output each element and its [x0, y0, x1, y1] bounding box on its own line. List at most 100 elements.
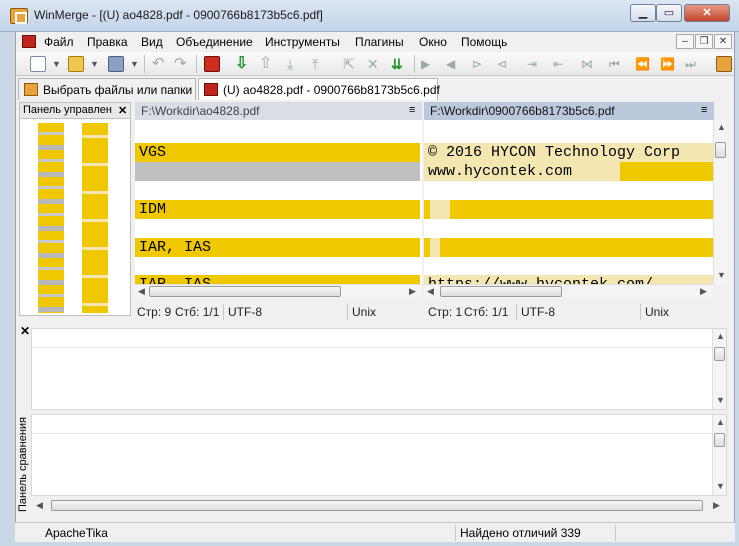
- tab-select-files[interactable]: Выбрать файлы или папки: [18, 78, 196, 100]
- scroll-right-icon[interactable]: ▶: [409, 286, 416, 297]
- encoding: UTF-8: [228, 305, 262, 319]
- compare-icon[interactable]: [204, 56, 220, 72]
- winmerge-app-icon[interactable]: [10, 8, 28, 24]
- new-file-icon[interactable]: [30, 56, 46, 72]
- undo-icon[interactable]: ↶: [152, 56, 168, 72]
- text-line: IAR, IAS: [139, 239, 212, 256]
- scrollbar-thumb[interactable]: [714, 347, 725, 361]
- left-pane-status: Стр: 9 Стб: 1/1 UTF-8 Unix: [135, 304, 422, 320]
- copy-right-icon[interactable]: ▶: [421, 56, 437, 72]
- copy-right-advance-icon[interactable]: ⊳: [472, 56, 488, 72]
- maximize-button[interactable]: ▭: [656, 4, 682, 22]
- menu-view[interactable]: Вид: [141, 35, 163, 49]
- scroll-up-icon[interactable]: ▲: [716, 331, 725, 341]
- scroll-left-icon[interactable]: ◀: [138, 286, 145, 297]
- pane-menu-icon[interactable]: ≡: [409, 104, 415, 116]
- scrollbar-thumb[interactable]: [714, 433, 725, 447]
- plugin-name: ApacheTika: [45, 526, 108, 540]
- chevron-down-icon[interactable]: ▼: [52, 59, 61, 69]
- pane-menu-icon[interactable]: ≡: [701, 104, 707, 116]
- toolbar-separator: [144, 55, 145, 73]
- first-conflict-icon[interactable]: ⇱: [343, 56, 359, 72]
- menu-file[interactable]: Файл: [44, 35, 74, 49]
- tab-strip: Выбрать файлы или папки (U) ao4828.pdf -…: [15, 76, 735, 101]
- open-folder-icon[interactable]: [68, 56, 84, 72]
- all-left-icon[interactable]: ⇤: [553, 56, 569, 72]
- mdi-restore-button[interactable]: ❐: [695, 34, 713, 49]
- left-horizontal-scrollbar[interactable]: ◀ ▶: [135, 284, 422, 298]
- text-line: www.hycontek.com: [428, 163, 573, 180]
- compare-line-left[interactable]: [31, 328, 727, 410]
- left-pane-editor[interactable]: VGS IDM IAR, IAS IAR, IAS: [135, 120, 422, 284]
- all-right-icon[interactable]: ⇥: [527, 56, 543, 72]
- next-diff-icon[interactable]: ⇩: [235, 56, 251, 72]
- status-divider: [455, 525, 456, 541]
- scroll-down-icon[interactable]: ▼: [717, 270, 726, 280]
- right-pane-editor[interactable]: © 2016 HYCON Technology Corp www.hyconte…: [424, 120, 713, 284]
- mdi-minimize-button[interactable]: –: [676, 34, 694, 49]
- chevron-down-icon[interactable]: ▼: [130, 59, 139, 69]
- right-horizontal-scrollbar[interactable]: ◀ ▶: [424, 284, 713, 298]
- menu-window[interactable]: Окно: [419, 35, 447, 49]
- scroll-right-icon[interactable]: ▶: [713, 500, 720, 511]
- scroll-down-icon[interactable]: ▼: [716, 481, 725, 491]
- scroll-up-icon[interactable]: ▲: [716, 417, 725, 427]
- text-line: © 2016 HYCON Technology Corp: [428, 144, 681, 161]
- scrollbar-thumb[interactable]: [715, 142, 726, 158]
- first-diff-icon[interactable]: ⤓: [287, 56, 303, 72]
- scroll-right-icon[interactable]: ▶: [700, 286, 707, 297]
- close-icon[interactable]: ✕: [20, 324, 30, 338]
- tab-file-compare[interactable]: (U) ao4828.pdf - 0900766b8173b5c6.pdf: [198, 78, 440, 100]
- redo-icon[interactable]: ↷: [174, 56, 190, 72]
- scrollbar-thumb[interactable]: [149, 286, 341, 297]
- scroll-left-icon[interactable]: ◀: [427, 286, 434, 297]
- menu-plugins[interactable]: Плагины: [355, 35, 404, 49]
- close-icon[interactable]: ✕: [118, 104, 127, 117]
- status-divider: [615, 525, 616, 541]
- menu-tools[interactable]: Инструменты: [265, 35, 340, 49]
- prev-diff-icon[interactable]: ⇧: [259, 56, 275, 72]
- scroll-up-icon[interactable]: ▲: [717, 122, 726, 132]
- first-page-icon[interactable]: ⏮: [609, 56, 625, 72]
- location-bar-left[interactable]: [38, 123, 64, 313]
- close-button[interactable]: ✕: [684, 4, 730, 22]
- scrollbar-thumb[interactable]: [51, 500, 703, 511]
- scrollbar-thumb[interactable]: [440, 286, 562, 297]
- menu-bar: Файл Правка Вид Объединение Инструменты …: [15, 32, 735, 52]
- options-icon[interactable]: [716, 56, 732, 72]
- window-title: WinMerge - [(U) ao4828.pdf - 0900766b817…: [34, 8, 323, 22]
- last-diff-icon[interactable]: ⤒: [312, 56, 328, 72]
- save-icon[interactable]: [108, 56, 124, 72]
- compare-vertical-scrollbar-top[interactable]: ▲ ▼: [712, 329, 726, 409]
- last-page-icon[interactable]: ⏭: [685, 56, 701, 72]
- next-page-icon[interactable]: ⏩: [660, 56, 676, 72]
- menu-merge[interactable]: Объединение: [176, 35, 253, 49]
- scroll-left-icon[interactable]: ◀: [36, 500, 43, 511]
- menu-edit[interactable]: Правка: [87, 35, 128, 49]
- chevron-down-icon[interactable]: ▼: [90, 59, 99, 69]
- current-diff-icon[interactable]: ⇊: [391, 56, 407, 72]
- divider: [32, 433, 712, 434]
- toolbar-separator: [196, 55, 197, 73]
- diff-highlight-light: [430, 238, 440, 257]
- status-divider: [347, 304, 348, 320]
- copy-left-advance-icon[interactable]: ⊲: [497, 56, 513, 72]
- compare-line-right[interactable]: [31, 414, 727, 496]
- menu-help[interactable]: Помощь: [461, 35, 507, 49]
- copy-left-icon[interactable]: ◀: [446, 56, 462, 72]
- minimize-button[interactable]: ▁: [630, 4, 656, 22]
- location-pane: Панель управлен ✕: [19, 102, 131, 316]
- right-vertical-scrollbar[interactable]: ▲ ▼: [713, 120, 727, 284]
- location-bar-right[interactable]: [82, 123, 108, 313]
- status-divider: [223, 304, 224, 320]
- compare-vertical-scrollbar-bottom[interactable]: ▲ ▼: [712, 415, 726, 495]
- document-icon[interactable]: [22, 35, 36, 48]
- prev-page-icon[interactable]: ⏪: [635, 56, 651, 72]
- compare-horizontal-scrollbar[interactable]: ◀ ▶: [31, 498, 727, 512]
- all-diffs-icon[interactable]: ✕: [367, 56, 383, 72]
- scroll-down-icon[interactable]: ▼: [716, 395, 725, 405]
- right-pane-header: F:\Workdir\0900766b8173b5c6.pdf: [424, 102, 714, 120]
- mdi-close-button[interactable]: ✕: [714, 34, 732, 49]
- merge-icon[interactable]: ⋈: [581, 56, 597, 72]
- location-pane-title: Панель управлен: [20, 103, 130, 119]
